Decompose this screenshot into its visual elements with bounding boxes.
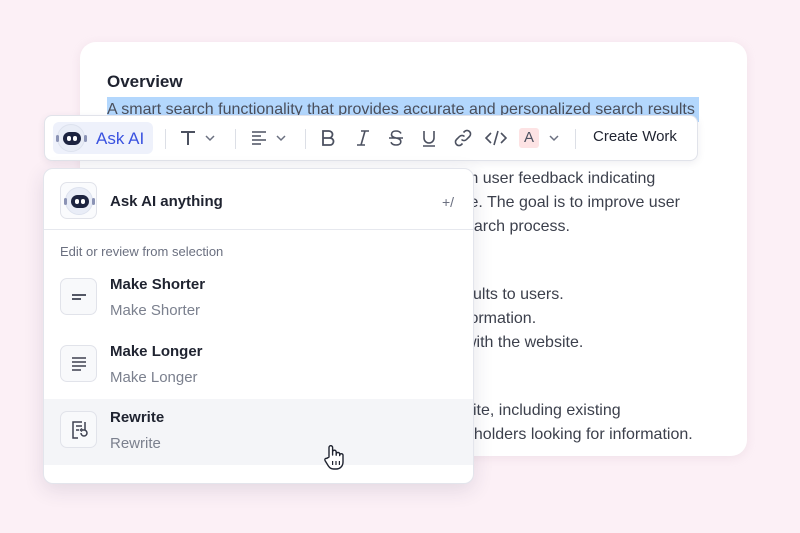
menu-item-title: Make Shorter <box>110 276 206 293</box>
bold-icon <box>322 130 335 146</box>
chevron-down-icon <box>549 135 559 142</box>
align-left-icon <box>252 131 266 145</box>
text-color-dropdown[interactable]: A <box>519 127 561 149</box>
text-color-icon: A <box>519 128 539 148</box>
keyboard-shortcut: +/ <box>442 194 455 210</box>
code-button[interactable] <box>485 127 507 149</box>
menu-item-subtitle: Make Shorter <box>110 302 201 319</box>
menu-item-subtitle: Rewrite <box>110 435 161 452</box>
document-line: site, including existing <box>465 402 621 419</box>
toolbar-divider <box>575 129 576 149</box>
underline-button[interactable] <box>420 127 438 149</box>
italic-button[interactable] <box>354 127 372 149</box>
underline-icon <box>423 131 435 147</box>
italic-icon <box>357 130 369 146</box>
document-line: te. The goal is to improve user <box>465 194 680 211</box>
ask-ai-anything-label: Ask AI anything <box>110 193 223 210</box>
toolbar-divider <box>235 129 236 149</box>
menu-section-label: Edit or review from selection <box>60 244 224 259</box>
toolbar-divider <box>165 129 166 149</box>
ask-ai-label: Ask AI <box>96 129 145 148</box>
menu-item-subtitle: Make Longer <box>110 369 198 386</box>
strikethrough-icon <box>389 130 403 146</box>
ask-ai-button[interactable]: Ask AI <box>53 122 153 154</box>
toolbar-divider <box>305 129 306 149</box>
ai-robot-icon <box>64 187 95 215</box>
chevron-down-icon <box>205 135 215 142</box>
chevron-down-icon <box>276 135 286 142</box>
document-title: Overview <box>107 72 183 91</box>
text-style-dropdown[interactable] <box>179 127 217 149</box>
long-lines-icon <box>60 345 97 382</box>
create-work-button[interactable]: Create Work <box>593 128 677 145</box>
document-line: with the website. <box>465 334 584 351</box>
rewrite-item[interactable]: Rewrite Rewrite <box>44 399 473 465</box>
document-line: sults to users. <box>465 286 564 303</box>
ask-ai-menu: Ask AI anything +/ Edit or review from s… <box>43 168 474 484</box>
ai-robot-icon <box>56 124 87 152</box>
menu-item-title: Rewrite <box>110 409 165 426</box>
code-icon <box>485 130 507 146</box>
document-line: eholders looking for information. <box>465 426 693 443</box>
text-format-icon <box>181 131 195 145</box>
document-line: earch process. <box>465 218 570 235</box>
align-dropdown[interactable] <box>250 127 288 149</box>
bold-button[interactable] <box>319 127 337 149</box>
link-button[interactable] <box>453 127 473 149</box>
link-icon <box>454 129 472 147</box>
make-shorter-item[interactable]: Make Shorter Make Shorter <box>44 266 473 332</box>
ai-robot-icon-box <box>60 182 97 219</box>
document-line: formation. <box>465 310 537 327</box>
make-longer-item[interactable]: Make Longer Make Longer <box>44 333 473 399</box>
strikethrough-button[interactable] <box>387 127 405 149</box>
formatting-toolbar: Ask AI A Create Work <box>44 115 698 161</box>
rewrite-document-icon <box>60 411 97 448</box>
ask-ai-anything-item[interactable]: Ask AI anything +/ <box>44 169 473 230</box>
menu-item-title: Make Longer <box>110 343 203 360</box>
hand-pointer-icon <box>324 445 344 470</box>
short-lines-icon <box>60 278 97 315</box>
document-line: m user feedback indicating <box>465 170 656 187</box>
